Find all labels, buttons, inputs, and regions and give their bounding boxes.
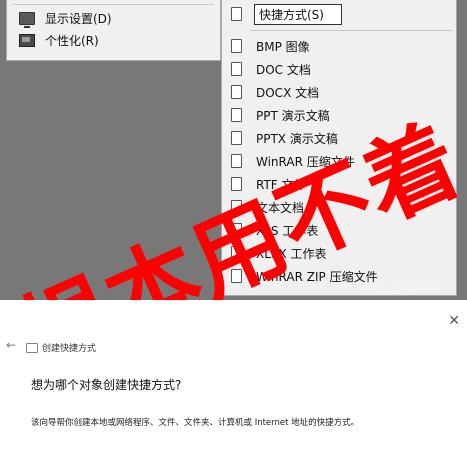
winrar-zip-icon	[231, 269, 242, 283]
menu-item-new-ppt[interactable]: PPT 演示文稿	[222, 104, 456, 126]
shortcut-icon	[231, 7, 242, 21]
wizard-title: 创建快捷方式	[42, 344, 97, 354]
menu-item-display-settings[interactable]: 显示设置(D)	[7, 7, 220, 29]
menu-separator	[250, 30, 452, 31]
winrar-archive-icon	[231, 154, 242, 168]
rtf-file-icon	[231, 177, 242, 191]
menu-item-label: DOCX 文档	[256, 85, 320, 100]
ppt-file-icon	[231, 108, 242, 122]
pptx-file-icon	[231, 131, 242, 145]
wizard-question: 想为哪个对象创建快捷方式?	[31, 378, 182, 392]
menu-item-label: WinRAR 压缩文件	[256, 154, 355, 169]
source-watermark: 头条 @FORMAT	[362, 282, 445, 295]
menu-item-new-doc[interactable]: DOC 文档	[222, 58, 456, 80]
menu-separator	[13, 4, 214, 5]
text-file-icon	[231, 200, 242, 214]
bmp-file-icon	[231, 39, 242, 53]
xlsx-file-icon	[231, 246, 242, 260]
menu-item-new-xlsx[interactable]: XLSX 工作表	[222, 242, 456, 264]
monitor-icon	[19, 11, 35, 28]
menu-item-label: 个性化(R)	[45, 33, 99, 48]
personalize-icon	[19, 33, 35, 47]
menu-item-label: DOC 文档	[256, 62, 311, 77]
desktop-context-menu: 显示设置(D) 个性化(R)	[6, 0, 221, 61]
wizard-icon	[26, 343, 38, 353]
menu-item-new-docx[interactable]: DOCX 文档	[222, 81, 456, 103]
menu-item-personalize[interactable]: 个性化(R)	[7, 29, 220, 51]
wizard-description: 该向导帮你创建本地或网络程序、文件、文件夹、计算机或 Internet 地址的快…	[31, 418, 360, 428]
menu-item-label: 快捷方式(S)	[254, 3, 342, 25]
menu-item-shortcut[interactable]: 快捷方式(S)	[222, 3, 456, 25]
menu-item-new-xls[interactable]: XLS 工作表	[222, 219, 456, 241]
menu-item-label: BMP 图像	[256, 39, 310, 54]
new-submenu: 快捷方式(S) BMP 图像 DOC 文档 DOCX 文档 PPT 演示文稿 P…	[221, 0, 457, 296]
xls-file-icon	[231, 223, 242, 237]
menu-item-new-rtf[interactable]: RTF 文件	[222, 173, 456, 195]
back-arrow-icon[interactable]: ←	[6, 339, 16, 351]
menu-item-new-winrar[interactable]: WinRAR 压缩文件	[222, 150, 456, 172]
menu-item-label: PPT 演示文稿	[256, 108, 330, 123]
menu-item-label: RTF 文件	[256, 177, 306, 192]
docx-file-icon	[231, 85, 242, 99]
menu-item-label: 显示设置(D)	[45, 11, 112, 26]
menu-item-label: 文本文档	[256, 200, 305, 215]
menu-item-label: XLS 工作表	[256, 223, 319, 238]
menu-item-label: XLSX 工作表	[256, 246, 327, 261]
doc-file-icon	[231, 62, 242, 76]
menu-item-new-text[interactable]: 文本文档	[222, 196, 456, 218]
menu-item-new-bmp[interactable]: BMP 图像	[222, 35, 456, 57]
menu-item-label: PPTX 演示文稿	[256, 131, 338, 146]
menu-item-new-pptx[interactable]: PPTX 演示文稿	[222, 127, 456, 149]
create-shortcut-wizard: ✕ ← 创建快捷方式 想为哪个对象创建快捷方式? 该向导帮你创建本地或网络程序、…	[0, 300, 467, 463]
close-icon[interactable]: ✕	[448, 314, 460, 328]
menu-item-label: WinRAR ZIP 压缩文件	[256, 269, 378, 284]
